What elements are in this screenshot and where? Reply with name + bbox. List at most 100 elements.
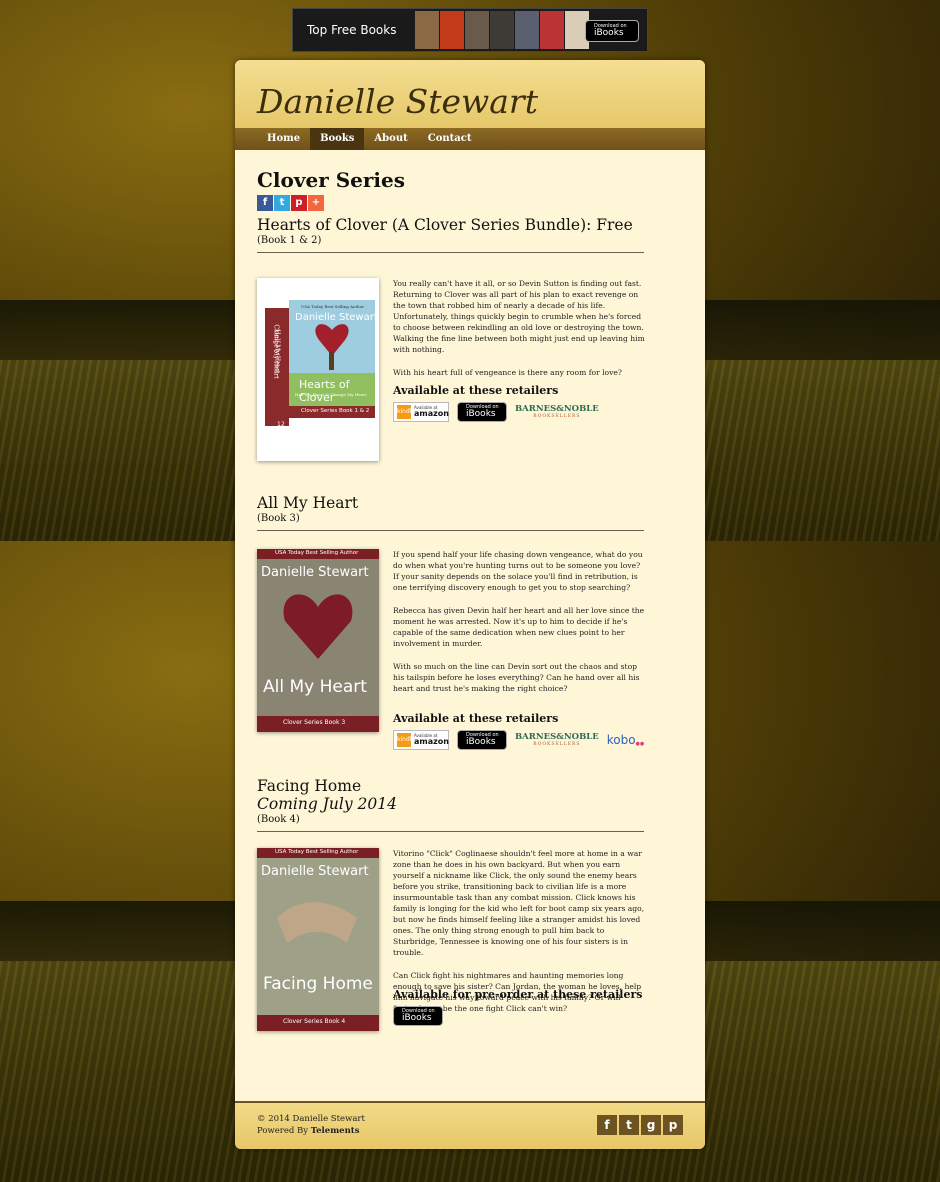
retailer-links: Download on iBooks — [393, 1006, 443, 1026]
powered-by-line: Powered By Telements — [257, 1125, 365, 1137]
nav-about[interactable]: About — [364, 128, 417, 150]
book-title[interactable]: All My Heart — [257, 494, 644, 512]
cover-title: Hearts of Clover — [299, 378, 350, 404]
facebook-icon[interactable]: f — [597, 1115, 617, 1135]
mini-book-cover — [490, 11, 514, 49]
divider — [257, 252, 644, 253]
cover-author: Danielle Stewart — [261, 565, 369, 580]
description-paragraph: With so much on the line can Devin sort … — [393, 662, 640, 693]
barnes-noble-retailer-link[interactable]: BARNES&NOBLE BOOKSELLERS — [515, 405, 599, 419]
site-title[interactable]: Danielle Stewart — [257, 82, 538, 121]
more-share-icon[interactable]: + — [308, 195, 324, 211]
footer-text: © 2014 Danielle Stewart Powered By Telem… — [257, 1113, 365, 1137]
top-free-books-banner[interactable]: Top Free Books Download on iBooks — [292, 8, 648, 52]
mini-book-cover — [540, 11, 564, 49]
book-description: You really can't have it all, or so Devi… — [393, 278, 645, 390]
amazon-logo-text: amazon — [414, 409, 449, 418]
copyright-text: © 2014 Danielle Stewart — [257, 1114, 365, 1124]
nav-home[interactable]: Home — [257, 128, 310, 150]
google-plus-icon[interactable]: g — [641, 1115, 661, 1135]
book-entry-facing-home: Facing Home Coming July 2014 (Book 4) US… — [257, 777, 644, 1031]
retailers-heading: Available at these retailers — [393, 384, 559, 397]
badge-big-text: iBooks — [402, 1013, 432, 1023]
mini-book-cover — [465, 11, 489, 49]
bn-logo-subtext: BOOKSELLERS — [533, 741, 581, 747]
retailers-heading: Available at these retailers — [393, 712, 559, 725]
badge-big-text: iBooks — [594, 28, 624, 38]
description-paragraph: Vitorino "Click" Coglinaese shouldn't fe… — [393, 849, 645, 957]
kindle-icon: kindle — [397, 733, 415, 747]
nav-books[interactable]: Books — [310, 128, 365, 150]
cover-subtitle: Half My Heart & Change My Heart — [295, 392, 367, 397]
mini-book-cover — [440, 11, 464, 49]
site-footer: © 2014 Danielle Stewart Powered By Telem… — [235, 1101, 705, 1149]
bn-logo-text: BARNES&NOBLE — [515, 404, 599, 414]
badge-big-text: iBooks — [466, 737, 496, 747]
banner-book-covers — [415, 11, 589, 49]
powered-by-link[interactable]: Telements — [311, 1126, 360, 1136]
kobo-logo-text: kobo — [606, 733, 636, 747]
ibooks-retailer-link[interactable]: Download on iBooks — [457, 402, 507, 422]
bn-logo-subtext: BOOKSELLERS — [533, 413, 581, 419]
divider — [257, 530, 644, 531]
twitter-icon[interactable]: t — [619, 1115, 639, 1135]
divider — [257, 831, 644, 832]
barnes-noble-retailer-link[interactable]: BARNES&NOBLE BOOKSELLERS — [515, 733, 599, 747]
footer-social-links: f t g p — [597, 1115, 683, 1135]
series-title: Clover Series — [257, 168, 405, 192]
kindle-icon: kindle — [397, 405, 415, 419]
facebook-share-icon[interactable]: f — [257, 195, 273, 211]
book-title[interactable]: Hearts of Clover (A Clover Series Bundle… — [257, 216, 644, 234]
mini-book-cover — [415, 11, 439, 49]
site-header: Danielle Stewart — [235, 60, 705, 128]
book-title[interactable]: Facing Home — [257, 777, 644, 795]
twitter-share-icon[interactable]: t — [274, 195, 290, 211]
retailers-heading: Available for pre-order at these retaile… — [393, 988, 643, 1001]
cover-spine-text: Half My Heart — [273, 329, 281, 374]
cover-top-text: USA Today Best Selling Author — [275, 849, 359, 855]
banner-title: Top Free Books — [307, 23, 397, 37]
book-number: (Book 1 & 2) — [257, 235, 322, 246]
pinterest-share-icon[interactable]: p — [291, 195, 307, 211]
retailer-links: kindle Available at amazon Download on iBo… — [393, 402, 599, 422]
mini-book-cover — [515, 11, 539, 49]
kobo-dots-icon: ●● — [635, 741, 645, 747]
amazon-logo-text: amazon — [414, 737, 449, 746]
description-paragraph: If you spend half your life chasing down… — [393, 550, 643, 592]
book-description: If you spend half your life chasing down… — [393, 549, 645, 706]
amazon-retailer-link[interactable]: kindle Available at amazon — [393, 402, 449, 422]
book-cover-facing-home[interactable]: USA Today Best Selling Author Danielle S… — [257, 848, 379, 1031]
book-release-note: Coming July 2014 — [257, 795, 397, 813]
svg-text:2: 2 — [281, 421, 285, 428]
banner-ibooks-badge[interactable]: Download on iBooks — [585, 20, 639, 42]
cover-author: Danielle Stewart — [295, 312, 378, 323]
cover-title: Facing Home — [263, 974, 373, 994]
book-cover-hearts-of-clover[interactable]: 1 2 USA Today Best Selling Author Daniel… — [257, 278, 379, 461]
cover-top-text: USA Today Best Selling Author — [301, 304, 365, 309]
cover-bottom-text: Clover Series Book 4 — [283, 1018, 346, 1025]
book-number: (Book 4) — [257, 814, 300, 825]
nav-contact[interactable]: Contact — [418, 128, 482, 150]
main-nav: Home Books About Contact — [235, 128, 705, 150]
ibooks-retailer-link[interactable]: Download on iBooks — [393, 1006, 443, 1026]
ibooks-retailer-link[interactable]: Download on iBooks — [457, 730, 507, 750]
book-entry-all-my-heart: All My Heart (Book 3) USA Today Best Sel… — [257, 494, 644, 750]
cover-top-text: USA Today Best Selling Author — [275, 550, 359, 556]
description-paragraph: With his heart full of vengeance is ther… — [393, 368, 622, 377]
book-number: (Book 3) — [257, 513, 300, 524]
description-paragraph: You really can't have it all, or so Devi… — [393, 279, 645, 354]
share-buttons: f t p + — [257, 195, 324, 211]
bn-logo-text: BARNES&NOBLE — [515, 732, 599, 742]
cover-bottom-text: Clover Series Book 1 & 2 — [301, 408, 370, 414]
powered-by-label: Powered By — [257, 1126, 309, 1136]
description-paragraph: Rebecca has given Devin half her heart a… — [393, 606, 645, 648]
kobo-retailer-link[interactable]: kobo●● — [607, 733, 645, 747]
cover-bottom-text: Clover Series Book 3 — [283, 719, 346, 726]
book-cover-all-my-heart[interactable]: USA Today Best Selling Author Danielle S… — [257, 549, 379, 732]
cover-author: Danielle Stewart — [261, 864, 369, 879]
main-page: Danielle Stewart Home Books About Contac… — [235, 60, 705, 1149]
amazon-retailer-link[interactable]: kindle Available at amazon — [393, 730, 449, 750]
badge-big-text: iBooks — [466, 409, 496, 419]
book-entry-hearts-of-clover: Hearts of Clover (A Clover Series Bundle… — [257, 216, 645, 461]
pinterest-icon[interactable]: p — [663, 1115, 683, 1135]
